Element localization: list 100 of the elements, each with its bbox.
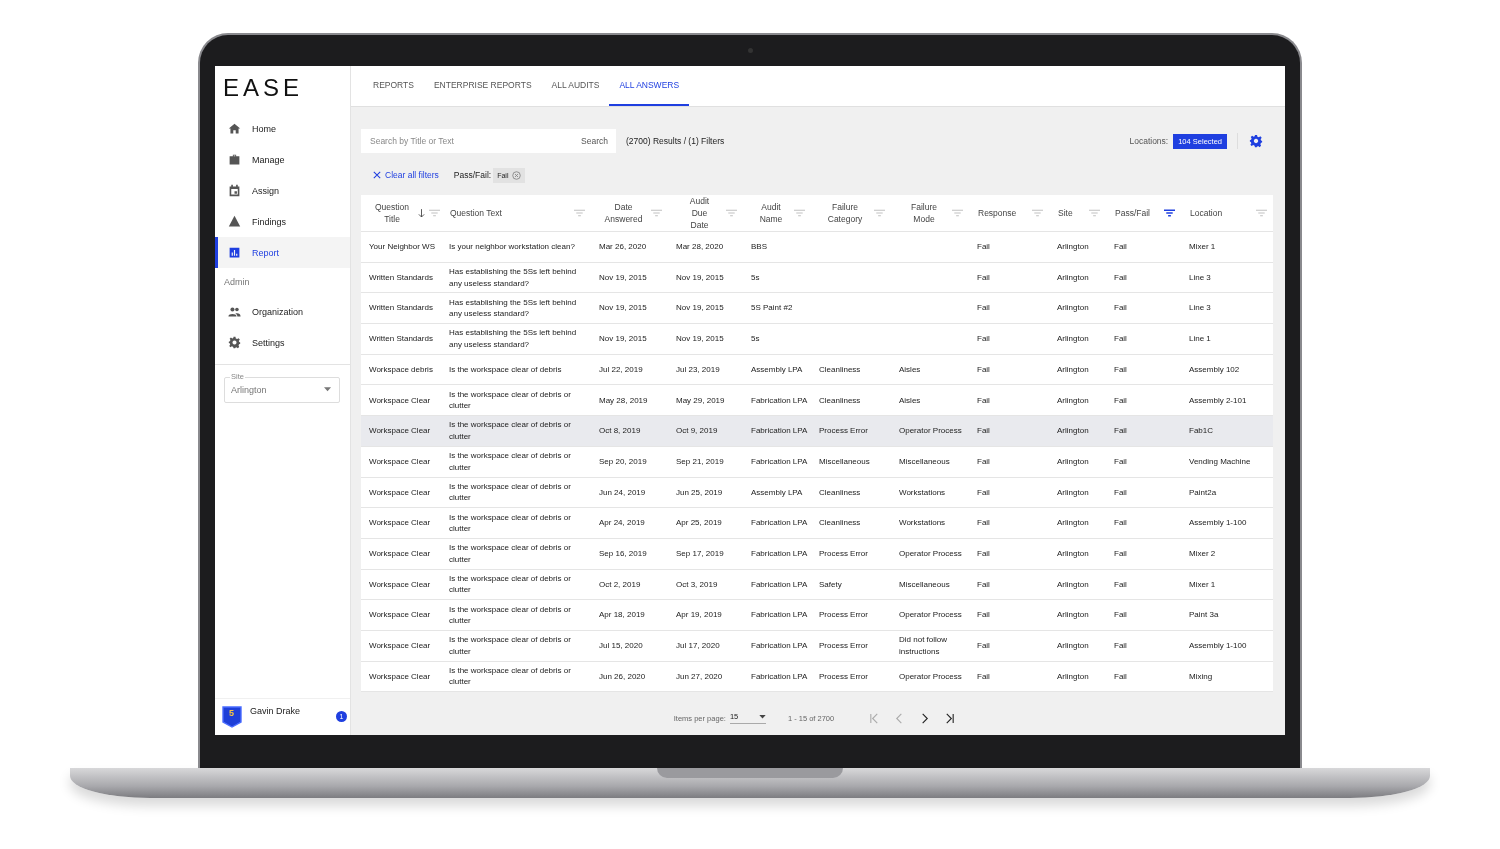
nav-item[interactable]: Settings [215, 327, 350, 358]
filter-icon[interactable] [1164, 209, 1175, 217]
table-row[interactable]: Workspace Clear Is the workspace clear of debris or clutter Jul 15, 2020 Jul 17, 2020 Fabrication LPA Process Error Did not follow instructions Fail Arlington Fail Assembly 1-100 [361, 630, 1273, 662]
table-cell: Fail [1114, 363, 1127, 376]
search-button[interactable]: Search [581, 136, 608, 146]
first-page-icon[interactable] [869, 712, 881, 724]
settings-icon[interactable] [1249, 134, 1263, 148]
table-cell: Fail [1114, 670, 1127, 683]
table-row[interactable]: Workspace Clear Is the workspace clear of debris or clutter Apr 18, 2019 Apr 19, 2019 Fabrication LPA Process Error Operator Process Fail Arlington Fail Paint 3a [361, 600, 1273, 631]
table-cell: Arlington [1057, 455, 1089, 468]
badge-icon [222, 706, 242, 728]
table-cell: Written Standards [369, 302, 433, 314]
table-cell: Workspace Clear [369, 578, 431, 591]
column-header[interactable]: Response [978, 207, 1028, 219]
column-header[interactable]: Failure Category [822, 201, 868, 225]
table-cell: Process Error [819, 640, 868, 652]
table-cell: Mixing [1189, 670, 1213, 683]
column-header[interactable]: Site [1058, 207, 1085, 219]
table-cell: Miscellaneous [899, 578, 950, 591]
table-cell: Fabrication LPA [751, 609, 808, 621]
table-row[interactable]: Workspace Clear Is the workspace clear of debris or clutter Sep 20, 2019 Sep 21, 2019 Fabrication LPA Miscellaneous Miscellaneous Fail Arlington Fail Vending Machine [361, 446, 1273, 478]
table-row[interactable]: Written Standards Has establishing the 5Ss left behind any useless standard? Nov 19, 2015 Nov 19, 2015 5s Fail Arlington Fail Line 3 [361, 262, 1273, 294]
table-cell: Fail [1114, 425, 1127, 437]
table-cell: Jul 22, 2019 [599, 363, 643, 376]
nav-item[interactable]: Assign [215, 175, 350, 206]
table-row[interactable]: Workspace Clear Is the workspace clear of debris or clutter Oct 2, 2019 Oct 3, 2019 Fabrication LPA Safety Miscellaneous Fail Arlington Fail Mixer 1 [361, 569, 1273, 601]
tab[interactable]: ALL ANSWERS [609, 66, 690, 106]
table-cell: Fail [977, 241, 990, 253]
table-cell: Jul 17, 2020 [676, 640, 720, 652]
column-header[interactable]: Date Answered [601, 201, 646, 225]
table-row[interactable]: Your Neighbor WS Is your neighbor workstation clean? Mar 26, 2020 Mar 28, 2020 BBS Fail Arlington Fail Mixer 1 [361, 232, 1273, 263]
table-cell: Aisles [899, 363, 921, 376]
table-cell: Written Standards [369, 271, 433, 284]
table-cell: Arlington [1057, 271, 1089, 284]
table-cell: Workspace Clear [369, 547, 431, 560]
nav-item[interactable]: Report [215, 237, 350, 268]
table-cell: Workspace Clear [369, 517, 431, 529]
table-row[interactable]: Written Standards Has establishing the 5Ss left behind any useless standard? Nov 19, 2015 Nov 19, 2015 5s Fail Arlington Fail Line 1 [361, 324, 1273, 355]
table-cell: Nov 19, 2015 [676, 271, 724, 284]
table-cell: Fail [977, 333, 990, 345]
table-cell: Mixer 1 [1189, 241, 1216, 253]
table-cell-text: Has establishing the 5Ss left behind any useless standard? [449, 266, 578, 290]
caret-icon [758, 714, 766, 719]
tab[interactable]: ALL AUDITS [541, 66, 610, 106]
column-header[interactable]: Audit Name [756, 201, 786, 225]
tab[interactable]: ENTERPRISE REPORTS [423, 66, 542, 106]
table-cell: Apr 25, 2019 [676, 517, 722, 529]
next-page-icon[interactable] [919, 712, 931, 724]
column-header[interactable]: Audit Due Date [684, 195, 715, 231]
table-row[interactable]: Workspace Clear Is the workspace clear of debris or clutter Jun 24, 2019 Jun 25, 2019 Assembly LPA Cleanliness Workstations Fail Arlington Fail Paint2a [361, 477, 1273, 509]
close-icon [373, 171, 381, 179]
warning-icon [228, 215, 241, 228]
table-cell: Sep 16, 2019 [599, 547, 647, 560]
table-cell: 5S Paint #2 [751, 302, 793, 314]
table-row[interactable]: Workspace Clear Is the workspace clear of debris or clutter Oct 8, 2019 Oct 9, 2019 Fabrication LPA Process Error Operator Process Fail Arlington Fail Fab1C [361, 416, 1273, 447]
table-cell: May 29, 2019 [676, 394, 725, 407]
table-cell: Arlington [1057, 486, 1089, 499]
table-cell: Cleanliness [819, 394, 861, 407]
table-row[interactable]: Workspace Clear Is the workspace clear of debris or clutter Sep 16, 2019 Sep 17, 2019 Fabrication LPA Process Error Operator Process Fail Arlington Fail Mixer 2 [361, 538, 1273, 570]
column-header[interactable]: Failure Mode [906, 201, 942, 225]
table-cell: Sep 21, 2019 [676, 455, 724, 468]
nav-item[interactable]: Manage [215, 144, 350, 175]
table-cell: Fail [977, 302, 990, 314]
nav-item[interactable]: Findings [215, 206, 350, 237]
table-cell: Line 3 [1189, 302, 1211, 314]
clear-filters-link[interactable]: Clear all filters [373, 170, 439, 180]
table-row[interactable]: Written Standards Has establishing the 5Ss left behind any useless standard? Nov 19, 2015 Nov 19, 2015 5S Paint #2 Fail Arlington Fail Line 3 [361, 293, 1273, 325]
table-cell: Fail [977, 394, 990, 407]
table-cell: Assembly 2-101 [1189, 394, 1247, 407]
column-header[interactable]: Question Title [370, 201, 414, 225]
table-cell: Arlington [1057, 302, 1089, 314]
table-cell: Fab1C [1189, 425, 1213, 437]
table-cell: Fabrication LPA [751, 394, 808, 407]
table-cell: Fabrication LPA [751, 517, 808, 529]
column-header[interactable]: Question Text [450, 207, 570, 219]
table-cell: Arlington [1057, 363, 1089, 376]
nav-item[interactable]: Home [215, 113, 350, 144]
column-header[interactable]: Location [1190, 207, 1252, 219]
table-cell: Jul 23, 2019 [676, 363, 720, 376]
table-cell-text: Is the workspace clear of debris or clutter [449, 634, 572, 658]
nav-item[interactable]: Organization [215, 296, 350, 327]
column-header[interactable]: Pass/Fail [1115, 207, 1160, 219]
table-cell: Is your neighbor workstation clean? [449, 241, 575, 253]
table-cell: Fail [977, 640, 990, 652]
table-row[interactable]: Workspace Clear Is the workspace clear of debris or clutter Jun 26, 2020 Jun 27, 2020 Fabrication LPA Process Error Operator Process Fail Arlington Fail Mixing [361, 661, 1273, 693]
tab[interactable]: REPORTS [363, 66, 424, 106]
caret-icon [324, 387, 331, 392]
table-row[interactable]: Workspace Clear Is the workspace clear of debris or clutter Apr 24, 2019 Apr 25, 2019 Fabrication LPA Cleanliness Workstations Fail Arlington Fail Assembly 1-100 [361, 508, 1273, 539]
sort-arrow-icon[interactable] [418, 208, 425, 218]
table-cell: Nov 19, 2015 [599, 271, 647, 284]
table-cell: Fail [977, 425, 990, 437]
last-page-icon[interactable] [944, 712, 956, 724]
table-cell: Fail [977, 670, 990, 683]
search-field[interactable]: Search by Title or Text Search [361, 129, 616, 153]
results-summary: (2700) Results / (1) Filters [626, 136, 725, 146]
gear-icon [228, 336, 241, 349]
table-cell: Sep 20, 2019 [599, 455, 647, 468]
table-cell: Fail [977, 547, 990, 560]
table-cell: Fail [1114, 455, 1127, 468]
table-row[interactable]: Workspace debris Is the workspace clear of debris Jul 22, 2019 Jul 23, 2019 Assembly LPA Cleanliness Aisles Fail Arlington Fail Assembly 102 [361, 354, 1273, 386]
